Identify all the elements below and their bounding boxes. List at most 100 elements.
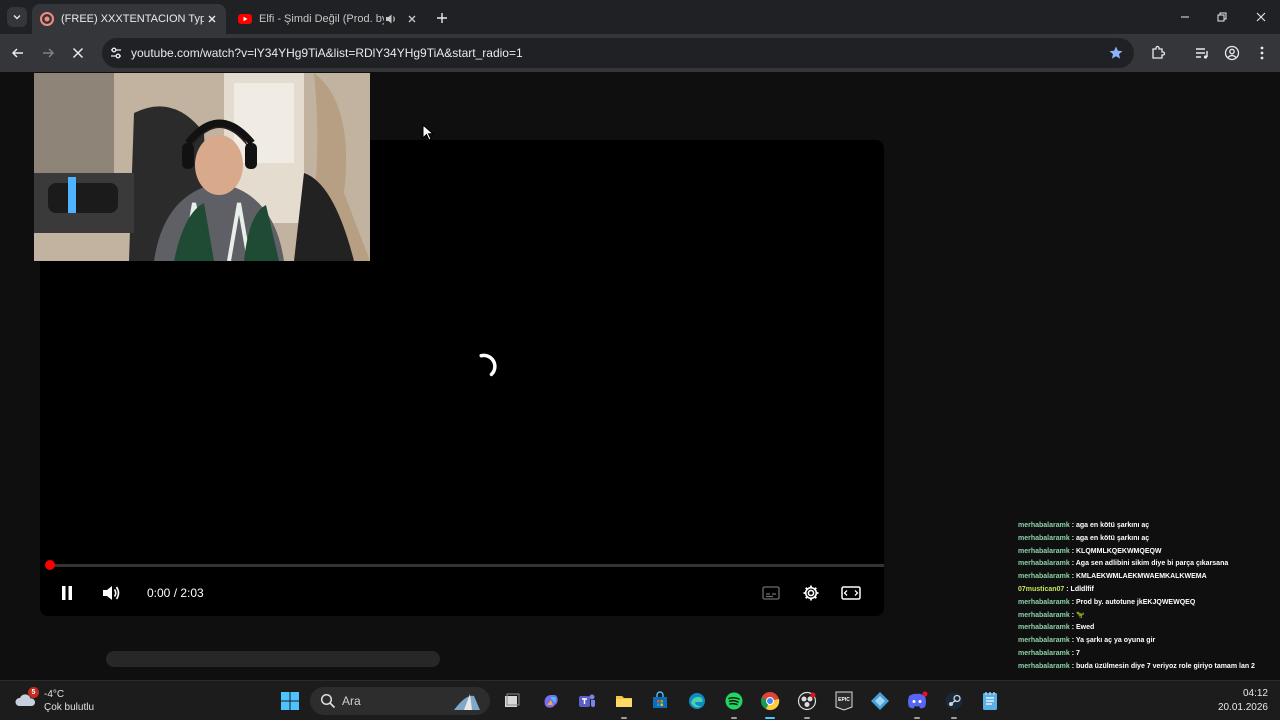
forward-button[interactable] bbox=[36, 41, 60, 65]
teams-button[interactable] bbox=[575, 689, 599, 713]
volume-button[interactable] bbox=[98, 580, 124, 606]
restore-icon bbox=[1217, 12, 1227, 22]
discord-button[interactable] bbox=[905, 689, 929, 713]
taskbar-search[interactable]: Ara bbox=[310, 687, 490, 715]
volume-icon bbox=[103, 586, 120, 600]
speaker-icon[interactable] bbox=[384, 12, 398, 26]
obs-button[interactable] bbox=[795, 689, 819, 713]
chat-message: merhabalaramk : 🦖 bbox=[1018, 611, 1085, 619]
address-bar[interactable]: youtube.com/watch?v=lY34YHg9TiA&list=RDl… bbox=[102, 38, 1134, 68]
gear-icon bbox=[803, 585, 819, 601]
search-highlight-icon bbox=[454, 694, 480, 710]
tab-close-button[interactable] bbox=[204, 11, 220, 27]
chat-username: merhabalaramk bbox=[1018, 611, 1070, 619]
notepad-icon bbox=[983, 692, 997, 710]
progress-scrubber[interactable] bbox=[45, 560, 55, 570]
pause-button[interactable] bbox=[54, 580, 80, 606]
steam-button[interactable] bbox=[942, 689, 966, 713]
chat-message: merhabalaramk : Aga sen adlibini sikim d… bbox=[1018, 560, 1229, 568]
time-display: 0:00 / 2:03 bbox=[147, 586, 204, 600]
profile-button[interactable] bbox=[1223, 44, 1241, 62]
file-explorer-button[interactable] bbox=[612, 689, 636, 713]
extensions-button[interactable] bbox=[1149, 44, 1167, 62]
active-indicator bbox=[765, 717, 775, 719]
url-text: youtube.com/watch?v=lY34YHg9TiA&list=RDl… bbox=[131, 46, 523, 60]
edge-icon bbox=[689, 693, 705, 709]
chat-message: merhabalaramk : KLQMMLKQEKWMQEQW bbox=[1018, 547, 1162, 555]
teams-icon bbox=[579, 694, 595, 707]
clock-date: 20.01.2026 bbox=[1217, 702, 1268, 713]
copilot-button[interactable] bbox=[539, 689, 563, 713]
start-button[interactable] bbox=[278, 689, 302, 713]
youtube-favicon-icon bbox=[238, 14, 252, 24]
epic-games-button[interactable]: EPIC bbox=[832, 689, 856, 713]
tab-elfi[interactable]: Elfi - Şimdi Değil (Prod. by … bbox=[230, 4, 426, 34]
close-window-button[interactable] bbox=[1242, 0, 1280, 34]
obs-icon bbox=[797, 691, 817, 711]
pause-icon bbox=[62, 586, 72, 600]
app-button[interactable] bbox=[868, 689, 892, 713]
app-icon bbox=[871, 692, 889, 710]
media-controls-button[interactable] bbox=[1193, 44, 1211, 62]
windows-logo-icon bbox=[281, 692, 299, 710]
close-icon bbox=[72, 47, 84, 59]
task-view-button[interactable] bbox=[499, 689, 523, 713]
progress-bar[interactable] bbox=[50, 564, 884, 567]
chat-message: merhabalaramk : KMLAEKWMLAEKMWAEMKALKWEM… bbox=[1018, 573, 1207, 581]
chat-username: merhabalaramk bbox=[1018, 637, 1070, 645]
new-tab-button[interactable] bbox=[432, 8, 452, 28]
close-icon bbox=[408, 15, 416, 23]
epic-games-icon: EPIC bbox=[835, 691, 853, 711]
steam-icon bbox=[945, 692, 963, 710]
stream-chat: merhabalaramk : aga en kötü şarkını aç m… bbox=[1018, 520, 1278, 680]
copilot-icon bbox=[544, 695, 558, 708]
chat-text: buda üzülmesin diye 7 veriyoz role giriy… bbox=[1076, 662, 1255, 670]
microsoft-store-button[interactable] bbox=[648, 689, 672, 713]
chat-message: merhabalaramk : Ya şarkı aç ya oyuna gir bbox=[1018, 637, 1156, 645]
close-icon bbox=[208, 15, 216, 23]
star-icon[interactable] bbox=[1108, 45, 1124, 61]
close-icon bbox=[1256, 12, 1266, 22]
minimize-button[interactable] bbox=[1166, 0, 1204, 34]
tab-xxxtentacion[interactable]: (FREE) XXXTENTACION Type Be bbox=[32, 4, 226, 34]
tab-title: (FREE) XXXTENTACION Type Be bbox=[61, 13, 204, 25]
restore-button[interactable] bbox=[1203, 0, 1241, 34]
webcam-overlay bbox=[34, 73, 370, 261]
system-clock[interactable]: 04:12 20.01.2026 bbox=[1218, 687, 1268, 715]
svg-text:EPIC: EPIC bbox=[838, 697, 850, 703]
discord-icon bbox=[908, 691, 928, 709]
theater-mode-button[interactable] bbox=[838, 580, 864, 606]
chat-username: merhabalaramk bbox=[1018, 522, 1070, 529]
chat-username: merhabalaramk bbox=[1018, 560, 1070, 568]
chat-text: 7 bbox=[1076, 649, 1080, 657]
chat-message: merhabalaramk : aga en kötü şarkını aç bbox=[1018, 534, 1150, 542]
spotify-button[interactable] bbox=[722, 689, 746, 713]
tab-close-button[interactable] bbox=[404, 11, 420, 27]
tab-search-button[interactable] bbox=[7, 7, 27, 27]
puzzle-icon bbox=[1152, 45, 1166, 59]
notepad-button[interactable] bbox=[978, 689, 1002, 713]
chrome-button[interactable] bbox=[758, 689, 782, 713]
more-vert-icon bbox=[1260, 46, 1264, 60]
chat-username: merhabalaramk bbox=[1018, 598, 1070, 606]
weather-widget[interactable]: 5 -4°C Çok bulutlu bbox=[14, 687, 94, 715]
stop-loading-button[interactable] bbox=[66, 41, 90, 65]
edge-button[interactable] bbox=[685, 689, 709, 713]
chat-text: Ya şarkı aç ya oyuna gir bbox=[1075, 637, 1156, 645]
task-view-icon bbox=[505, 693, 520, 707]
settings-button[interactable] bbox=[798, 580, 824, 606]
running-indicator bbox=[621, 717, 627, 719]
chat-username: merhabalaramk bbox=[1018, 662, 1070, 670]
weather-temperature: -4°C bbox=[44, 689, 65, 700]
webcam-image bbox=[34, 73, 370, 261]
tab-title: Elfi - Şimdi Değil (Prod. by … bbox=[259, 13, 384, 25]
chat-text: Ewed bbox=[1076, 624, 1095, 632]
chat-username: 07mustican07 bbox=[1018, 585, 1065, 593]
tune-icon[interactable] bbox=[108, 45, 124, 61]
subtitles-button[interactable] bbox=[758, 580, 784, 606]
back-button[interactable] bbox=[6, 41, 30, 65]
chat-username: merhabalaramk bbox=[1018, 573, 1070, 581]
menu-button[interactable] bbox=[1253, 44, 1271, 62]
arrow-left-icon bbox=[11, 48, 23, 58]
tab-strip: (FREE) XXXTENTACION Type Be Elfi - Şimdi… bbox=[0, 0, 1280, 34]
